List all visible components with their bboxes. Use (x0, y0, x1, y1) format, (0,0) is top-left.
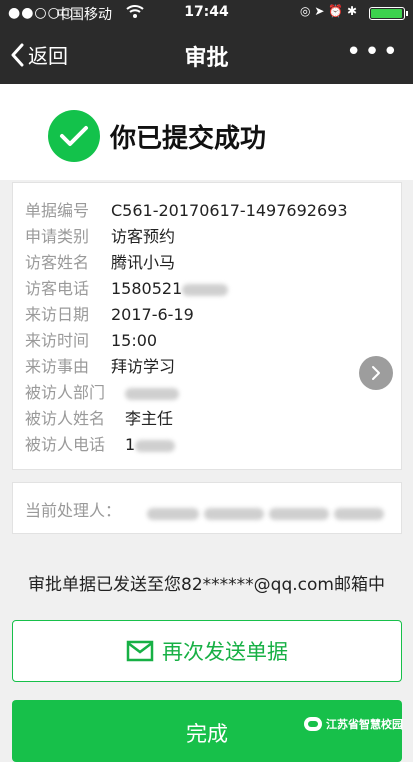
detail-value: 李主任 (125, 409, 174, 428)
watermark: 江苏省智慧校园 (304, 716, 403, 732)
wechat-logo-icon (304, 717, 322, 731)
detail-row: 被访人电话 1 (25, 431, 176, 457)
detail-key: 被访人电话 (25, 435, 106, 454)
detail-card: 单据编号 C561-20170617-1497692693 申请类别 访客预约 访客… (12, 182, 402, 470)
status-bar: ●●○○○ 中国移动 17:44 ◎ ➤ ⏰ ✱ (0, 0, 413, 26)
detail-row: 来访日期 2017-6-19 (25, 301, 194, 327)
detail-key: 来访时间 (25, 331, 90, 350)
mail-icon (126, 640, 154, 662)
detail-key: 来访事由 (25, 357, 90, 376)
detail-value: 1580521 (111, 279, 183, 298)
detail-key: 被访人部门 (25, 383, 106, 402)
redacted-text (125, 387, 179, 400)
expand-details-button[interactable] (359, 356, 393, 390)
redacted-text (135, 439, 176, 452)
detail-value: 访客预约 (111, 227, 176, 246)
detail-key: 访客电话 (25, 279, 90, 298)
detail-value: 2017-6-19 (111, 305, 194, 324)
detail-value: 15:00 (111, 331, 158, 350)
handler-label: 当前处理人： (25, 501, 122, 520)
chevron-right-icon (372, 366, 380, 380)
detail-row: 来访时间 15:00 (25, 327, 157, 353)
detail-row: 被访人姓名 李主任 (25, 405, 173, 431)
success-banner: 你已提交成功 (0, 84, 413, 180)
detail-key: 单据编号 (25, 201, 90, 220)
redacted-text (182, 283, 229, 296)
handler-list-redacted (147, 503, 385, 522)
email-notice: 审批单据已发送至您82******@qq.com邮箱中 (28, 575, 385, 595)
detail-row: 访客电话 1580521 (25, 275, 229, 301)
detail-value: C561-20170617-1497692693 (111, 201, 348, 220)
detail-key: 申请类别 (25, 227, 90, 246)
detail-value: 拜访学习 (111, 357, 176, 376)
detail-key: 来访日期 (25, 305, 90, 324)
detail-key: 访客姓名 (25, 253, 90, 272)
chevron-left-icon (11, 43, 24, 66)
back-button[interactable]: 返回 (10, 40, 68, 69)
more-menu-button[interactable]: ••• (346, 39, 401, 65)
detail-value: 1 (125, 435, 136, 454)
check-circle-icon (48, 110, 100, 162)
detail-row: 申请类别 访客预约 (25, 223, 175, 249)
handler-card: 当前处理人： (12, 482, 402, 534)
nav-bar: 返回 审批 ••• (0, 26, 413, 84)
detail-row: 单据编号 C561-20170617-1497692693 (25, 197, 348, 223)
detail-key: 被访人姓名 (25, 409, 106, 428)
status-icons: ◎ ➤ ⏰ ✱ (300, 4, 357, 18)
detail-row: 来访事由 拜访学习 (25, 353, 175, 379)
battery-icon (369, 7, 408, 20)
detail-row: 被访人部门 (25, 379, 179, 405)
success-message: 你已提交成功 (110, 124, 267, 154)
detail-value: 腾讯小马 (111, 253, 176, 272)
back-label: 返回 (28, 44, 68, 68)
detail-row: 访客姓名 腾讯小马 (25, 249, 175, 275)
resend-label: 再次发送单据 (162, 640, 288, 664)
watermark-text: 江苏省智慧校园 (326, 718, 403, 731)
resend-button[interactable]: 再次发送单据 (12, 620, 402, 682)
